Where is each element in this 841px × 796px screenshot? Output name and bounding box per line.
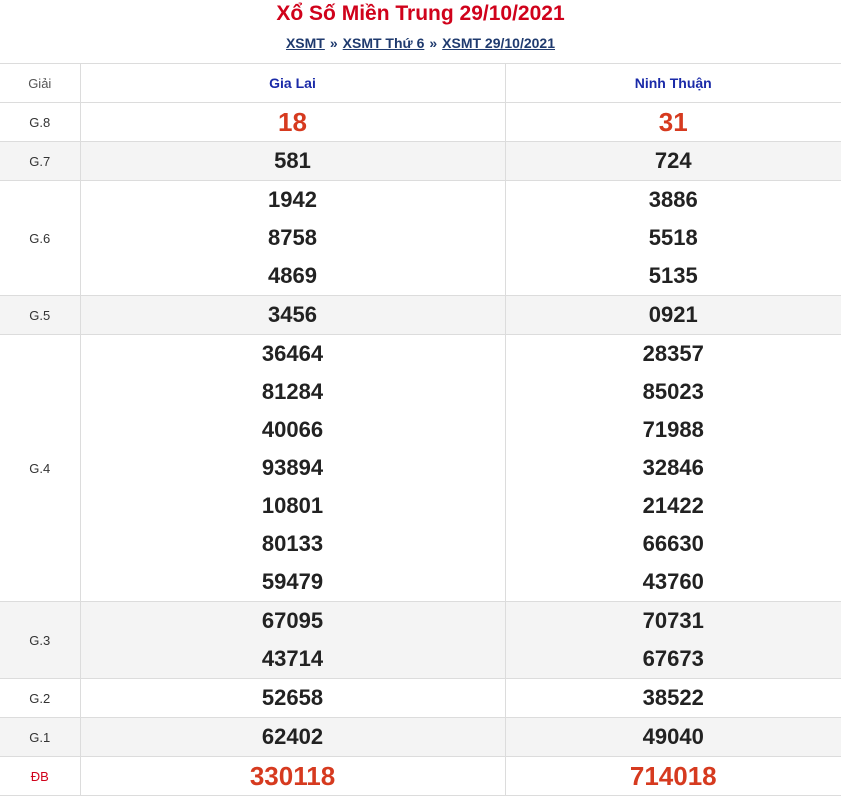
ninh-thuan-cell: 714018 — [504, 756, 841, 796]
results-table: Giải Gia Lai Ninh Thuận G.8 18 31 G.7 581 724… — [0, 63, 841, 796]
prize-column-header: Giải — [0, 63, 81, 103]
prize-label: G.4 — [0, 334, 81, 602]
gia-lai-cell: 18 — [79, 102, 506, 142]
breadcrumb-separator: » — [329, 35, 338, 51]
result-number: 43714 — [261, 646, 324, 671]
province-header-ninh-thuan: Ninh Thuận — [504, 63, 841, 103]
result-number: 36464 — [261, 341, 324, 366]
result-number: 330118 — [249, 761, 336, 791]
prize-label: G.6 — [0, 180, 81, 296]
gia-lai-cell: 1942 8758 4869 — [79, 180, 506, 296]
result-number: 43760 — [642, 569, 704, 594]
result-number: 1942 — [268, 187, 317, 212]
result-number: 0921 — [648, 302, 698, 327]
result-number: 70731 — [642, 608, 704, 633]
result-number: 32846 — [642, 455, 704, 480]
ninh-thuan-cell: 724 — [504, 141, 841, 181]
result-number: 4869 — [268, 263, 317, 288]
breadcrumb-xsmt-date[interactable]: XSMT 29/10/2021 — [442, 35, 555, 51]
result-number: 28357 — [642, 341, 704, 366]
page-header: Xổ Số Miền Trung 29/10/2021 XSMT» XSMT Th… — [0, 0, 841, 63]
result-number: 38522 — [642, 685, 704, 710]
result-number: 80133 — [261, 531, 324, 556]
ninh-thuan-cell: 0921 — [504, 295, 841, 335]
result-number: 724 — [654, 148, 692, 173]
breadcrumb: XSMT» XSMT Thứ 6» XSMT 29/10/2021 — [0, 34, 841, 52]
prize-row: ĐB 330118 714018 — [0, 756, 841, 796]
breadcrumb-separator: » — [429, 35, 438, 51]
prize-row: G.2 52658 38522 — [0, 678, 841, 718]
result-number: 21422 — [642, 493, 704, 518]
result-number: 10801 — [261, 493, 324, 518]
prize-label: G.7 — [0, 141, 81, 181]
prize-row: G.4 36464 81284 40066 93894 10801 80133 59479 28… — [0, 334, 841, 602]
result-number: 49040 — [642, 724, 704, 749]
prize-label: G.2 — [0, 678, 81, 718]
province-header-gia-lai: Gia Lai — [79, 63, 506, 103]
prize-label: G.3 — [0, 601, 81, 679]
result-number: 3456 — [268, 302, 317, 327]
result-number: 581 — [274, 148, 311, 173]
prize-row: G.6 1942 8758 4869 3886 5518 5135 — [0, 180, 841, 296]
result-number: 85023 — [642, 379, 704, 404]
breadcrumb-xsmt[interactable]: XSMT — [286, 35, 325, 51]
ninh-thuan-cell: 3886 5518 5135 — [504, 180, 841, 296]
result-number: 62402 — [261, 724, 324, 749]
result-number: 52658 — [261, 685, 324, 710]
breadcrumb-xsmt-thu-6[interactable]: XSMT Thứ 6 — [343, 35, 425, 51]
ninh-thuan-cell: 38522 — [504, 678, 841, 718]
ninh-thuan-cell: 70731 67673 — [504, 601, 841, 679]
gia-lai-cell: 67095 43714 — [79, 601, 506, 679]
result-number: 67673 — [642, 646, 704, 671]
prize-label: G.8 — [0, 102, 81, 142]
ninh-thuan-cell: 31 — [504, 102, 841, 142]
gia-lai-cell: 36464 81284 40066 93894 10801 80133 59479 — [79, 334, 506, 602]
result-number: 81284 — [261, 379, 324, 404]
prize-row: G.1 62402 49040 — [0, 717, 841, 757]
result-number: 59479 — [261, 569, 324, 594]
gia-lai-cell: 3456 — [79, 295, 506, 335]
page-title: Xổ Số Miền Trung 29/10/2021 — [276, 2, 565, 25]
result-number: 5135 — [648, 263, 698, 288]
gia-lai-cell: 330118 — [79, 756, 506, 796]
gia-lai-cell: 62402 — [79, 717, 506, 757]
result-number: 5518 — [648, 225, 698, 250]
result-number: 93894 — [261, 455, 324, 480]
result-number: 31 — [658, 107, 688, 137]
result-number: 8758 — [268, 225, 317, 250]
result-number: 3886 — [648, 187, 698, 212]
result-number: 67095 — [261, 608, 324, 633]
prize-label: G.1 — [0, 717, 81, 757]
result-number: 18 — [278, 107, 307, 137]
prize-row: G.7 581 724 — [0, 141, 841, 181]
prize-row: G.8 18 31 — [0, 102, 841, 142]
prize-row: G.3 67095 43714 70731 67673 — [0, 601, 841, 679]
ninh-thuan-cell: 28357 85023 71988 32846 21422 66630 43760 — [504, 334, 841, 602]
gia-lai-cell: 52658 — [79, 678, 506, 718]
result-number: 71988 — [642, 417, 704, 442]
ninh-thuan-cell: 49040 — [504, 717, 841, 757]
result-number: 66630 — [642, 531, 704, 556]
result-number: 714018 — [629, 761, 717, 791]
result-number: 40066 — [261, 417, 324, 442]
prize-label: G.5 — [0, 295, 81, 335]
prize-label: ĐB — [0, 756, 81, 796]
gia-lai-cell: 581 — [79, 141, 506, 181]
prize-row: G.5 3456 0921 — [0, 295, 841, 335]
